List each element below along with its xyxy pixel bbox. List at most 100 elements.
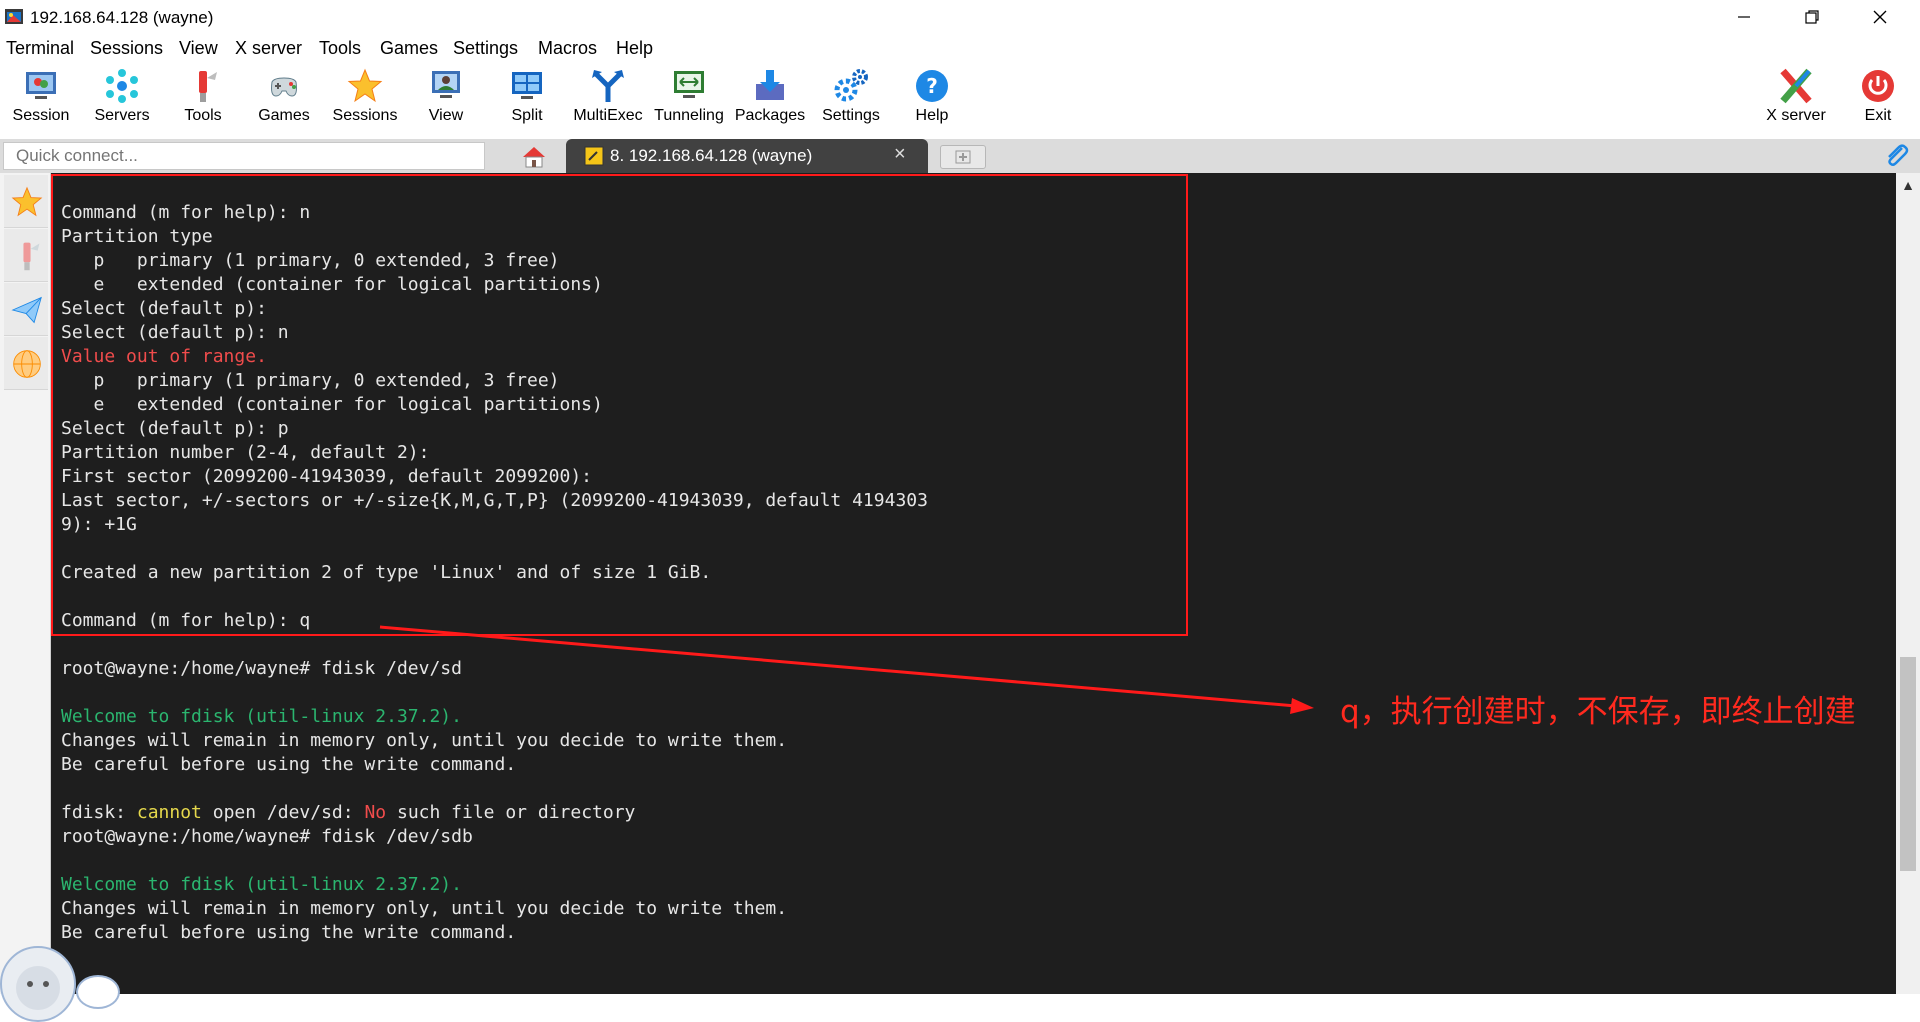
terminal-line: root@wayne:/home/wayne# fdisk /dev/sdb xyxy=(61,825,928,849)
minimize-button[interactable] xyxy=(1710,0,1778,34)
new-tab-button[interactable] xyxy=(940,145,986,169)
session-icon xyxy=(26,72,56,99)
side-sftp-button[interactable] xyxy=(4,337,48,390)
terminal-text-segment: Select (default p): xyxy=(61,298,267,319)
terminal-text-segment: Value out of range. xyxy=(61,346,267,367)
scroll-up-icon[interactable]: ▲ xyxy=(1896,173,1920,197)
tools-button[interactable]: Tools xyxy=(163,63,243,139)
home-icon xyxy=(523,147,545,168)
servers-icon xyxy=(106,69,138,103)
terminal-text-segment: open /dev/sd: xyxy=(201,802,365,823)
star-icon xyxy=(347,68,383,103)
terminal-text-segment: cannot xyxy=(136,802,202,823)
tools-icon xyxy=(23,242,40,271)
terminal-line: Command (m for help): q xyxy=(61,609,928,633)
terminal-line: e extended (container for logical partit… xyxy=(61,393,928,417)
menu-tools[interactable]: Tools xyxy=(319,38,361,59)
side-tools-button[interactable] xyxy=(4,229,48,282)
quick-connect-input[interactable] xyxy=(3,142,485,170)
tools-icon xyxy=(199,71,217,102)
side-macros-button[interactable] xyxy=(4,283,48,336)
multiexec-icon xyxy=(592,70,624,102)
split-button[interactable]: Split xyxy=(487,63,567,139)
title-bar: 192.168.64.128 (wayne) xyxy=(0,0,1920,34)
side-sessions-button[interactable] xyxy=(4,175,48,228)
terminal-line: Be careful before using the write comman… xyxy=(61,753,928,777)
menu-help[interactable]: Help xyxy=(616,38,653,59)
terminal-text-segment: Be careful before using the write comman… xyxy=(61,922,517,943)
games-button[interactable]: Games xyxy=(244,63,324,139)
multiexec-button[interactable]: MultiExec xyxy=(568,63,648,139)
packages-button[interactable]: Packages xyxy=(730,63,810,139)
sessions-button[interactable]: Sessions xyxy=(325,63,405,139)
avatar-badge xyxy=(76,975,120,1009)
terminal-line: Select (default p): p xyxy=(61,417,928,441)
terminal-output[interactable]: Command (m for help): n Partition type p … xyxy=(51,173,1896,994)
terminal-line: Welcome to fdisk (util-linux 2.37.2). xyxy=(61,705,928,729)
terminal-scrollbar[interactable]: ▲ xyxy=(1896,173,1920,994)
annotation-text: q，执行创建时，不保存，即终止创建 xyxy=(1340,694,1856,730)
scroll-thumb[interactable] xyxy=(1900,657,1916,871)
svg-text:?: ? xyxy=(926,74,938,98)
toolbar: Session Servers Tools Games Sessions Vie… xyxy=(0,63,1920,139)
paper-plane-icon xyxy=(11,296,42,324)
terminal-text-segment: Be careful before using the write comman… xyxy=(61,754,517,775)
servers-button[interactable]: Servers xyxy=(82,63,162,139)
terminal-line: fdisk: cannot open /dev/sd: No such file… xyxy=(61,801,928,825)
menu-macros[interactable]: Macros xyxy=(538,38,597,59)
power-icon xyxy=(1862,70,1894,102)
terminal-text-segment: p primary (1 primary, 0 extended, 3 free… xyxy=(61,250,560,271)
terminal-line: p primary (1 primary, 0 extended, 3 free… xyxy=(61,249,928,273)
tunneling-icon xyxy=(674,71,704,98)
terminal-line: 9): +1G xyxy=(61,513,928,537)
menu-sessions[interactable]: Sessions xyxy=(90,38,163,59)
menu-view[interactable]: View xyxy=(179,38,218,59)
star-icon xyxy=(11,186,43,217)
terminal-line: root@wayne:/home/wayne# fdisk /dev/sd xyxy=(61,657,928,681)
tunneling-button[interactable]: Tunneling xyxy=(649,63,729,139)
terminal-line: Partition number (2-4, default 2): xyxy=(61,441,928,465)
settings-button[interactable]: Settings xyxy=(811,63,891,139)
terminal-line: p primary (1 primary, 0 extended, 3 free… xyxy=(61,369,928,393)
session-tab[interactable]: 8. 192.168.64.128 (wayne) × xyxy=(566,139,928,173)
app-icon xyxy=(5,9,23,24)
x-server-icon xyxy=(1780,68,1812,104)
terminal-text-segment: fdisk: xyxy=(61,802,137,823)
terminal-line: Partition type xyxy=(61,225,928,249)
terminal-line: Select (default p): n xyxy=(61,321,928,345)
terminal-text-segment: Select (default p): n xyxy=(61,322,289,343)
x-server-button[interactable]: X server xyxy=(1756,63,1836,139)
exit-button[interactable]: Exit xyxy=(1838,63,1918,139)
terminal-text-segment: Partition type xyxy=(61,226,213,247)
terminal-line: Created a new partition 2 of type 'Linux… xyxy=(61,561,928,585)
session-button[interactable]: Session xyxy=(1,63,81,139)
help-button[interactable]: ? Help xyxy=(892,63,972,139)
terminal-line: Be careful before using the write comman… xyxy=(61,921,928,945)
menu-x-server[interactable]: X server xyxy=(235,38,302,59)
terminal-text-segment: Welcome to fdisk (util-linux 2.37.2). xyxy=(61,874,462,895)
terminal-text-segment: No xyxy=(364,802,387,823)
terminal-text-segment: First sector (2099200-41943039, default … xyxy=(61,466,593,487)
globe-icon xyxy=(13,350,41,378)
attach-icon[interactable] xyxy=(1882,142,1910,170)
window-title: 192.168.64.128 (wayne) xyxy=(30,8,214,27)
tab-close-button[interactable]: × xyxy=(894,143,906,166)
view-button[interactable]: View xyxy=(406,63,486,139)
menu-settings[interactable]: Settings xyxy=(453,38,518,59)
terminal-text-segment: Select (default p): p xyxy=(61,418,289,439)
home-tab[interactable] xyxy=(506,141,562,173)
terminal-line: Value out of range. xyxy=(61,345,928,369)
menu-games[interactable]: Games xyxy=(380,38,438,59)
packages-icon xyxy=(756,70,784,100)
close-window-button[interactable] xyxy=(1846,0,1914,34)
terminal-text-segment: root@wayne:/home/wayne# fdisk /dev/sdb xyxy=(61,826,473,847)
terminal-text-segment: Command (m for help): n xyxy=(61,202,311,223)
restore-button[interactable] xyxy=(1778,0,1846,34)
avatar[interactable] xyxy=(0,946,76,1022)
menu-terminal[interactable]: Terminal xyxy=(6,38,74,59)
terminal-line: Select (default p): xyxy=(61,297,928,321)
